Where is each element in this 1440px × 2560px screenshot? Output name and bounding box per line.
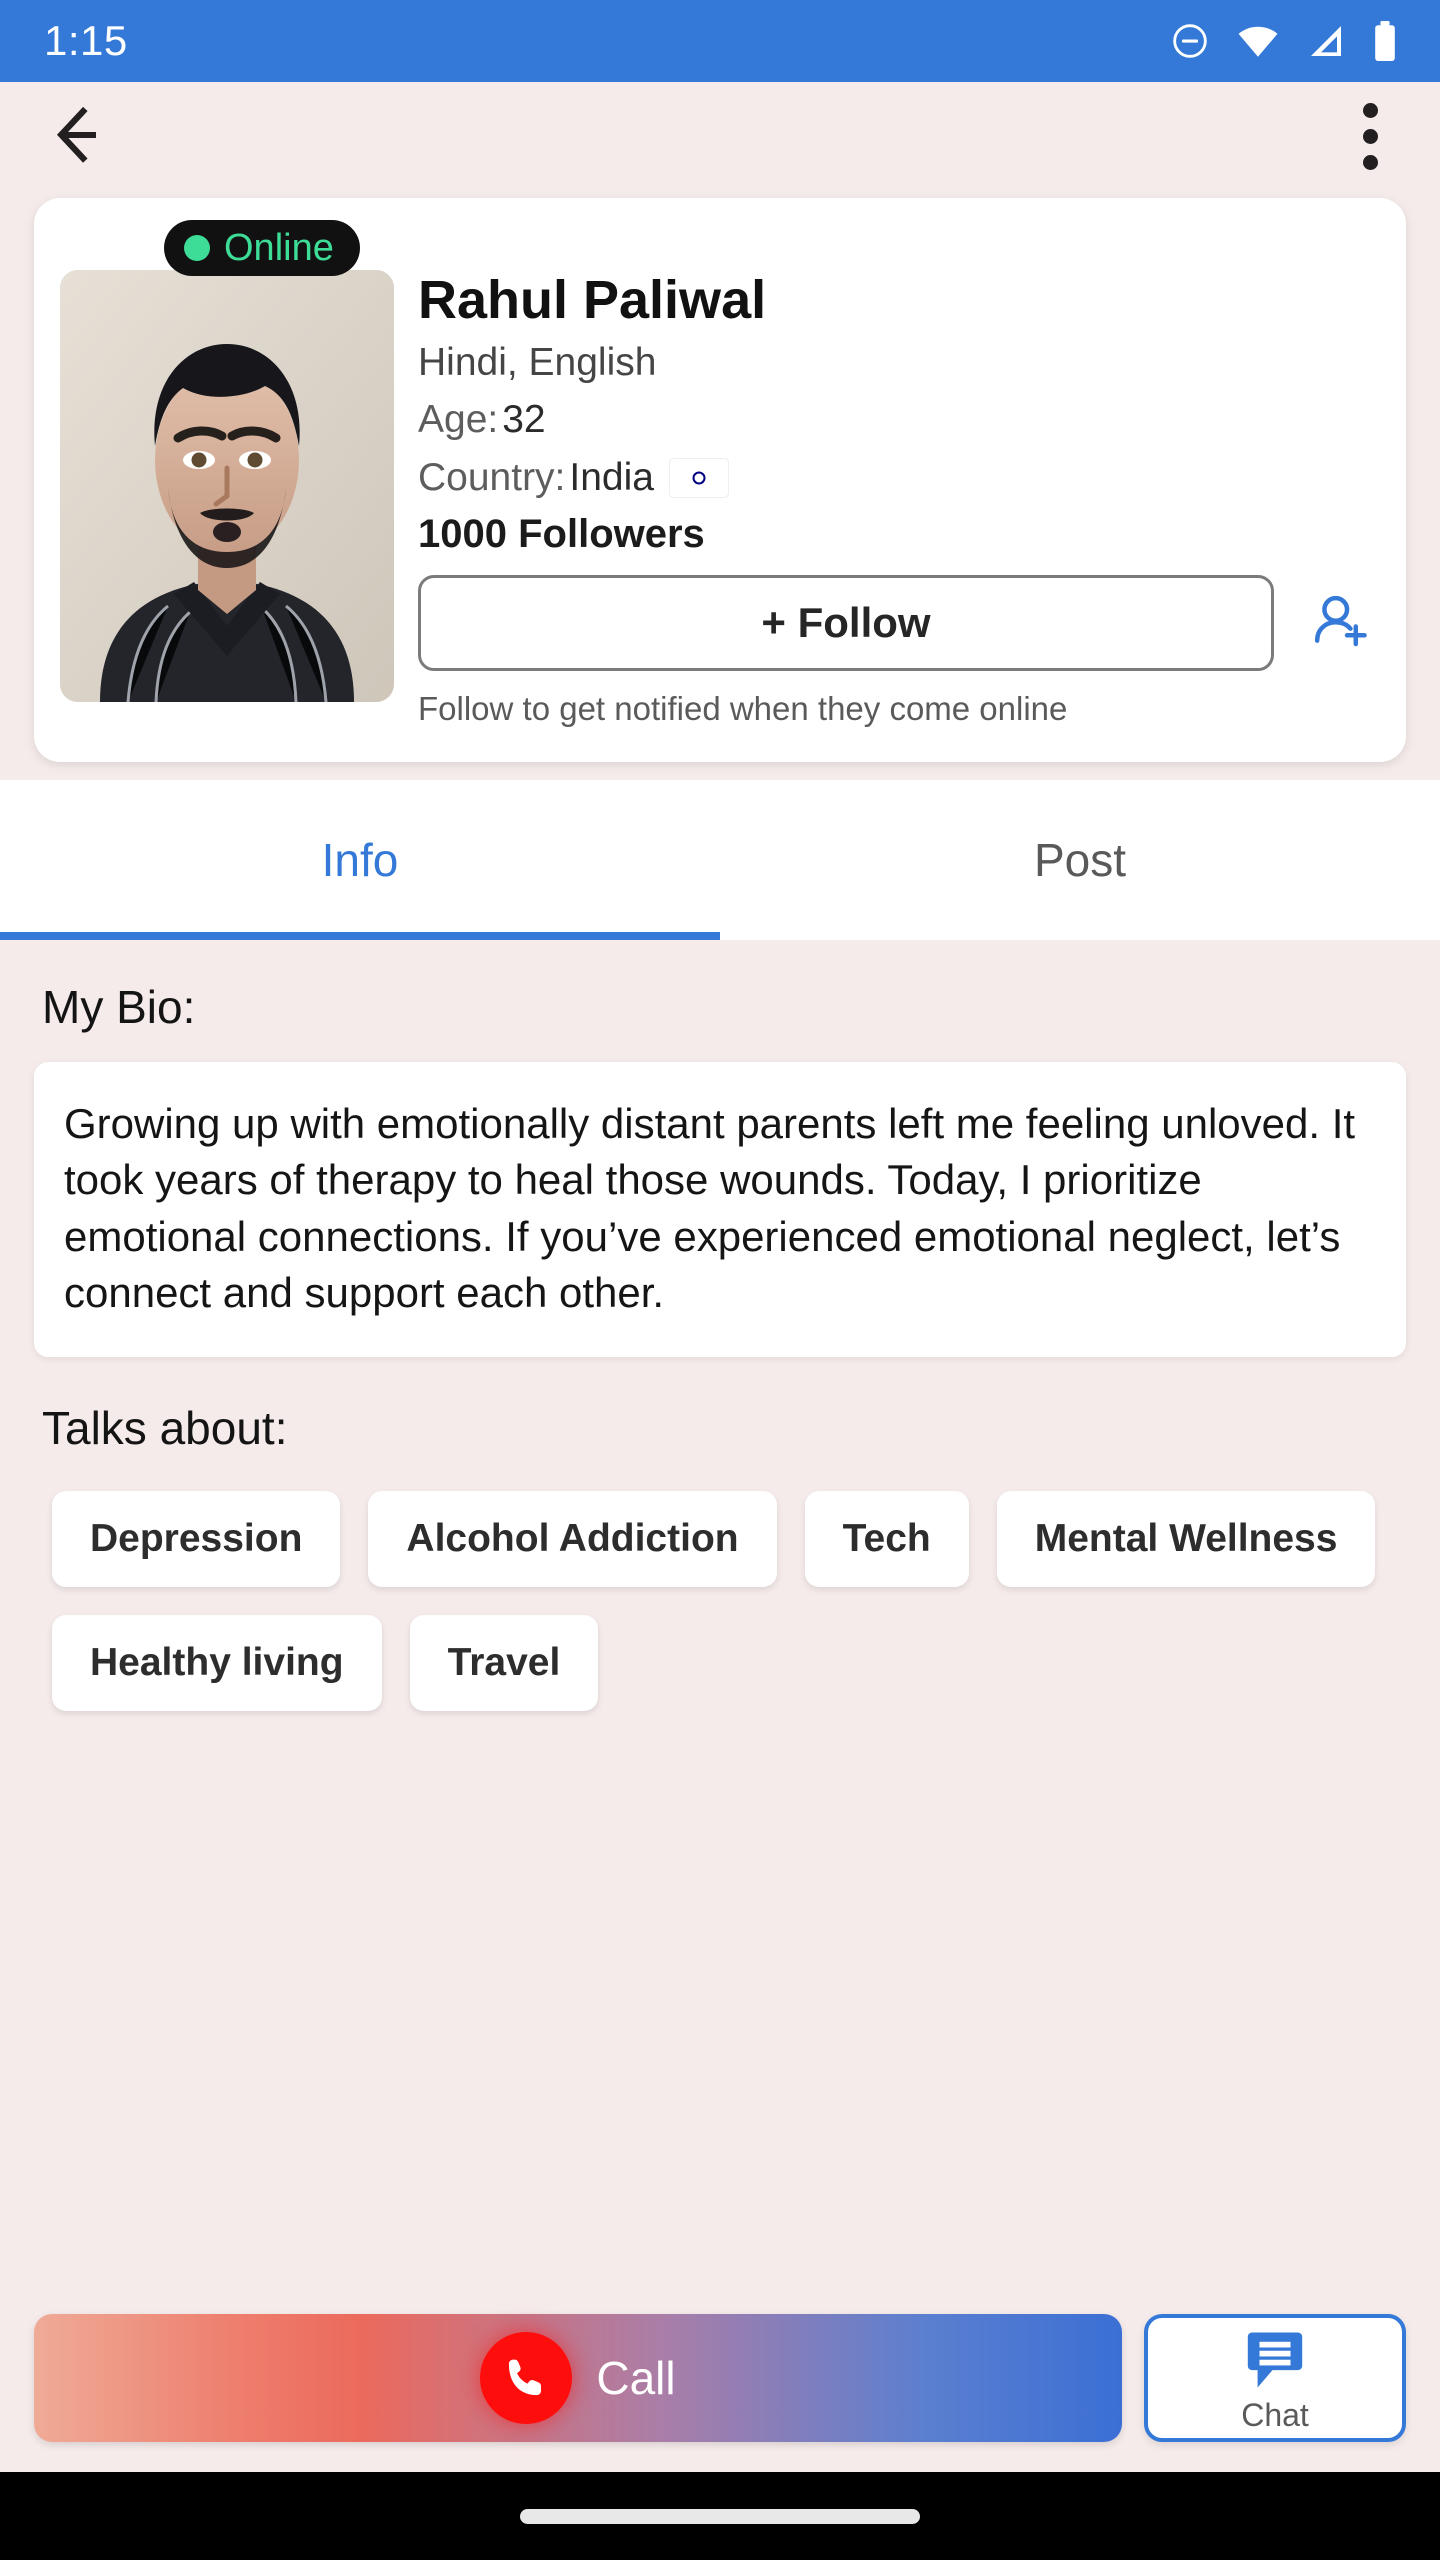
tab-info[interactable]: Info bbox=[0, 780, 720, 941]
profile-photo bbox=[60, 270, 394, 702]
profile-card-wrapper: Online Rahul Paliwal Hindi, English Age:… bbox=[0, 190, 1440, 763]
wifi-icon bbox=[1236, 21, 1280, 61]
avatar[interactable] bbox=[60, 270, 394, 702]
chat-button-label: Chat bbox=[1241, 2396, 1309, 2433]
overflow-menu-icon bbox=[1363, 102, 1378, 118]
talks-about-tags: Depression Alcohol Addiction Tech Mental… bbox=[34, 1491, 1406, 1712]
profile-languages-value: Hindi, English bbox=[418, 341, 657, 385]
app-bar bbox=[0, 82, 1440, 190]
topic-tag[interactable]: Tech bbox=[804, 1491, 969, 1588]
back-button[interactable] bbox=[44, 93, 136, 180]
profile-age-value: 32 bbox=[502, 398, 546, 442]
status-bar: 1:15 bbox=[0, 0, 1440, 82]
overflow-menu-icon bbox=[1363, 128, 1378, 144]
bio-heading: My Bio: bbox=[42, 981, 196, 1034]
follow-button[interactable]: + Follow bbox=[418, 574, 1274, 671]
status-badge-label: Online bbox=[224, 227, 334, 269]
topic-tag[interactable]: Depression bbox=[52, 1491, 341, 1588]
person-add-icon bbox=[1308, 589, 1372, 656]
online-dot-icon bbox=[184, 235, 210, 261]
call-button[interactable]: Call bbox=[34, 2314, 1122, 2442]
tab-post[interactable]: Post bbox=[720, 780, 1440, 940]
status-badge: Online bbox=[164, 220, 360, 276]
status-bar-clock: 1:15 bbox=[44, 17, 128, 64]
bio-text: Growing up with emotionally distant pare… bbox=[34, 1062, 1406, 1358]
phone-icon bbox=[480, 2332, 573, 2424]
topic-tag[interactable]: Alcohol Addiction bbox=[368, 1491, 777, 1588]
do-not-disturb-icon bbox=[1170, 21, 1210, 61]
overflow-menu-button[interactable] bbox=[1347, 95, 1394, 178]
follow-hint-text: Follow to get notified when they come on… bbox=[418, 689, 1068, 727]
profile-age: Age: 32 bbox=[418, 397, 1380, 443]
topic-tag[interactable]: Healthy living bbox=[52, 1615, 382, 1712]
back-arrow-icon bbox=[54, 103, 126, 170]
profile-country-value: India bbox=[569, 455, 654, 499]
profile-country: Country: India bbox=[418, 455, 1380, 501]
chat-bubble-icon bbox=[1239, 2326, 1311, 2397]
overflow-menu-icon bbox=[1363, 154, 1378, 170]
talks-about-heading: Talks about: bbox=[42, 1402, 288, 1455]
follow-row: + Follow bbox=[418, 574, 1380, 671]
call-button-label: Call bbox=[596, 2352, 676, 2404]
follower-count: 1000 Followers bbox=[418, 511, 705, 556]
profile-languages: Hindi, English bbox=[418, 340, 1380, 386]
action-bar: Call Chat bbox=[0, 2278, 1440, 2472]
avatar-column: Online bbox=[60, 220, 394, 702]
profile-info-column: Rahul Paliwal Hindi, English Age: 32 Cou… bbox=[418, 220, 1380, 728]
profile-tabs: Info Post bbox=[0, 780, 1440, 941]
india-flag-icon bbox=[670, 459, 728, 497]
chat-button[interactable]: Chat bbox=[1144, 2314, 1406, 2442]
topic-tag[interactable]: Travel bbox=[409, 1615, 599, 1712]
status-bar-icons bbox=[1170, 20, 1398, 62]
home-indicator-pill[interactable] bbox=[520, 2508, 920, 2524]
cellular-signal-icon bbox=[1306, 21, 1346, 61]
profile-country-label: Country: bbox=[418, 455, 566, 499]
system-nav-bar bbox=[0, 2472, 1440, 2560]
topic-tag[interactable]: Mental Wellness bbox=[996, 1491, 1376, 1588]
profile-age-label: Age: bbox=[418, 398, 499, 442]
info-tab-content: My Bio: Growing up with emotionally dist… bbox=[0, 940, 1440, 2278]
page-title: Rahul Paliwal bbox=[418, 270, 767, 330]
phone-screen: 1:15 Online Rahul Paliwal Hindi, English… bbox=[0, 0, 1440, 2560]
person-add-button[interactable] bbox=[1300, 589, 1380, 656]
battery-icon bbox=[1372, 20, 1398, 62]
profile-card: Online Rahul Paliwal Hindi, English Age:… bbox=[34, 198, 1406, 763]
